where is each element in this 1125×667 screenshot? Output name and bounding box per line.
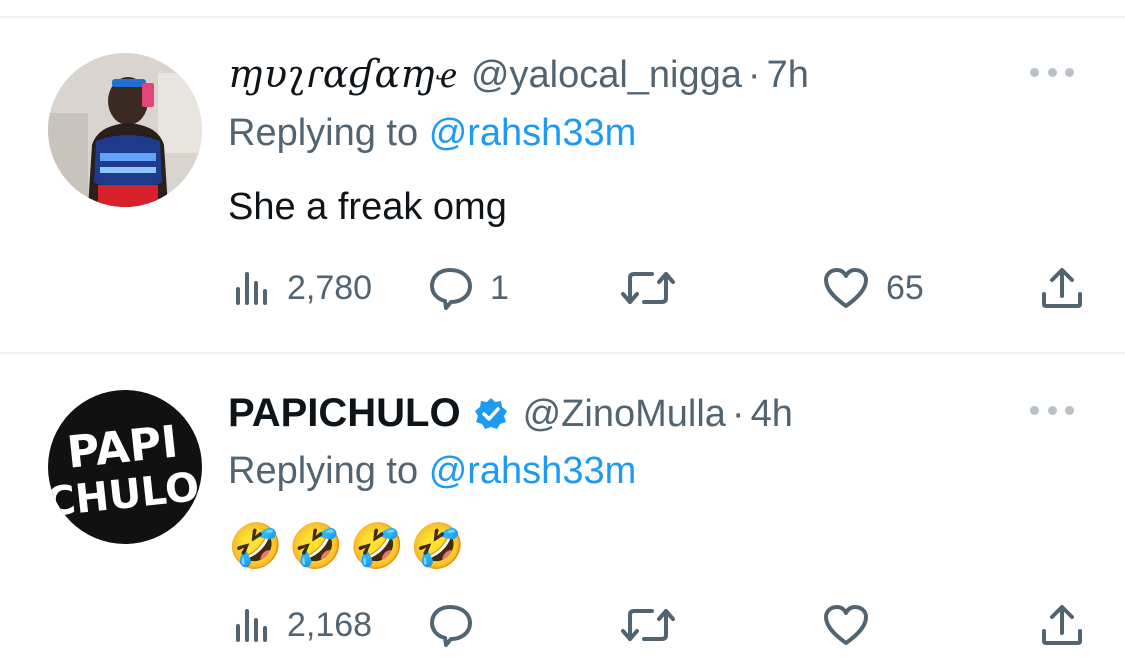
views-button[interactable]: 2,780 (233, 263, 372, 313)
tweet-text: 🤣🤣🤣🤣 (228, 522, 472, 571)
action-bar: 2,780 1 65 (228, 263, 1088, 313)
action-bar: 2,168 (228, 600, 1088, 650)
mention-link[interactable]: @rahsh33m (429, 450, 637, 492)
heart-icon (824, 605, 868, 645)
share-button[interactable] (1040, 263, 1084, 313)
display-name[interactable]: PAPICHULO (228, 391, 461, 436)
share-upload-icon (1042, 268, 1082, 308)
tweet-1[interactable]: ɱυʅɾαɠαɱҽ @yalocal_nigga · 7h Replying t… (0, 0, 1125, 352)
separator-dot: · (731, 393, 745, 435)
replying-to: Replying to @rahsh33m (228, 112, 636, 155)
timestamp[interactable]: 7h (767, 54, 809, 97)
avatar[interactable]: PAPI CHULO (48, 390, 202, 544)
avatar-papichulo-logo: PAPI CHULO (48, 390, 202, 544)
replying-prefix: Replying to (228, 450, 419, 492)
verified-badge-icon (473, 396, 509, 432)
replies-count: 1 (490, 268, 509, 307)
views-button[interactable]: 2,168 (233, 600, 372, 650)
speech-bubble-icon (430, 605, 472, 647)
like-button[interactable] (822, 600, 870, 650)
user-handle[interactable]: @yalocal_nigga (471, 54, 742, 97)
retweet-button[interactable] (620, 600, 676, 650)
speech-bubble-icon (430, 268, 472, 310)
bar-chart-icon (236, 609, 267, 642)
tweet-header: ɱυʅɾαɠαɱҽ @yalocal_nigga · 7h (228, 52, 809, 97)
share-upload-icon (1042, 605, 1082, 645)
views-count: 2,168 (287, 605, 373, 644)
user-handle[interactable]: @ZinoMulla (523, 393, 726, 436)
likes-count: 65 (886, 268, 924, 307)
more-dots-icon[interactable] (1030, 62, 1074, 82)
retweet-arrows-icon (621, 609, 675, 641)
tweet-2[interactable]: PAPI CHULO PAPICHULO @ZinoMulla · 4h Rep… (0, 354, 1125, 667)
replying-to: Replying to @rahsh33m (228, 450, 636, 493)
views-count: 2,780 (287, 268, 373, 307)
avatar[interactable] (48, 53, 202, 207)
mention-link[interactable]: @rahsh33m (429, 112, 637, 154)
tweet-text: She a freak omg (228, 186, 507, 228)
bar-chart-icon (236, 272, 267, 305)
reply-button[interactable]: 1 (428, 263, 509, 313)
replying-prefix: Replying to (228, 112, 419, 154)
timestamp[interactable]: 4h (751, 393, 793, 436)
like-button[interactable]: 65 (822, 263, 924, 313)
separator-dot: · (747, 54, 761, 96)
tweet-header: PAPICHULO @ZinoMulla · 4h (228, 390, 793, 436)
heart-icon (824, 268, 868, 308)
reply-button[interactable] (428, 600, 474, 650)
retweet-arrows-icon (621, 272, 675, 304)
share-button[interactable] (1040, 600, 1084, 650)
retweet-button[interactable] (620, 263, 676, 313)
more-dots-icon[interactable] (1030, 400, 1074, 420)
avatar-photo (48, 53, 202, 207)
display-name[interactable]: ɱυʅɾαɠαɱҽ (228, 52, 457, 97)
